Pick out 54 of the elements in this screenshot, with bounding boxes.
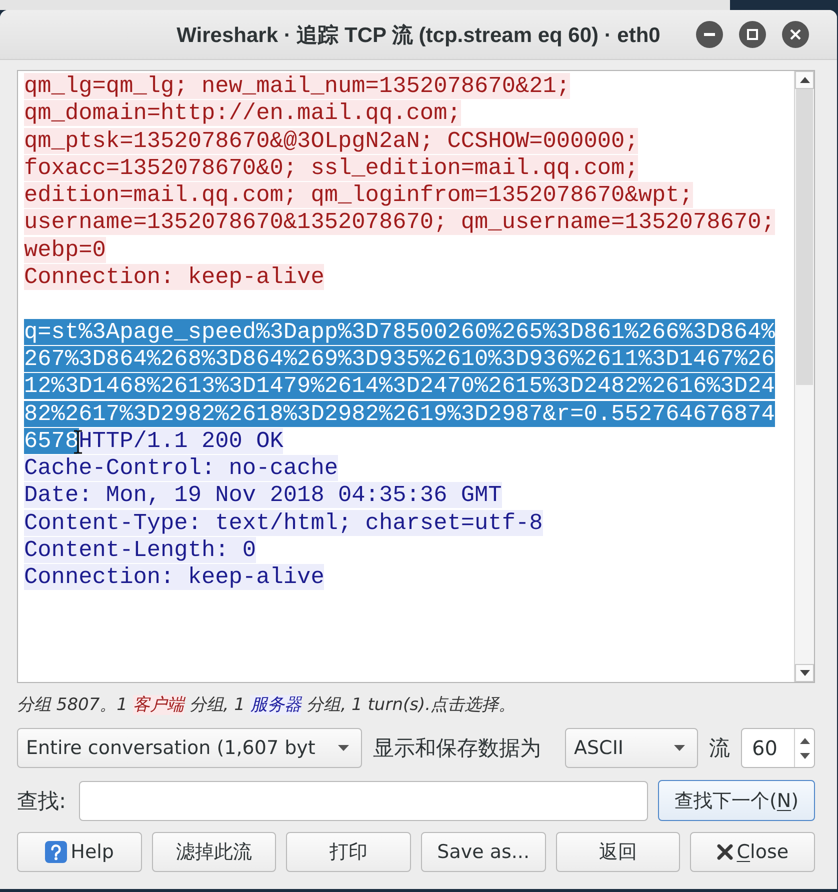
- server-data-text: Connection: keep-alive: [24, 564, 324, 590]
- close-button[interactable]: Close: [690, 832, 815, 872]
- client-data-text: edition=mail.qq.com; qm_loginfrom=1352078670&wpt;: [24, 182, 693, 208]
- stream-text-area[interactable]: [17, 70, 815, 683]
- dialog-button[interactable]: 滤掉此流: [152, 832, 276, 872]
- client-data-text: qm_domain=http://en.mail.qq.com;: [24, 100, 461, 126]
- find-label: 查找:: [17, 788, 68, 814]
- minimize-icon: [704, 33, 715, 36]
- close-button[interactable]: [782, 21, 809, 48]
- client-data-text: username=1352078670&1352078670; qm_username=1352078670;: [24, 209, 775, 236]
- scroll-down-button[interactable]: [795, 664, 814, 682]
- find-next-button[interactable]: 查找下一个(N): [658, 780, 815, 821]
- client-data-text: qm_ptsk=1352078670&@3OLpgN2aN; CCSHOW=000000;: [24, 128, 638, 154]
- help-button[interactable]: Help: [17, 832, 142, 872]
- dropdown-caret-icon: [338, 745, 349, 751]
- stream-label: 流: [709, 735, 731, 762]
- maximize-icon: [747, 29, 758, 40]
- maximize-button[interactable]: [739, 21, 766, 48]
- up-arrow-icon: [800, 77, 810, 83]
- server-data-text: Content-Length: 0: [24, 537, 256, 564]
- selected-text: 82%2617%3D2982%2618%3D2982%2619%3D2987&r=0.552764676874: [24, 400, 775, 427]
- client-data-text: foxacc=1352078670&0; ssl_edition=mail.qq.com;: [24, 154, 638, 181]
- selected-text: 12%3D1468%2613%3D1479%2614%3D2470%2615%3D2482%2616%3D24: [24, 373, 775, 400]
- close-icon: [716, 844, 733, 860]
- server-data-text: Content-Type: text/html; charset=utf-8: [24, 510, 543, 536]
- scroll-up-button[interactable]: [795, 71, 814, 89]
- down-arrow-icon: [800, 670, 810, 676]
- selected-text: q=st%3Apage_speed%3Dapp%3D78500260%265%3D861%266%3D864%: [24, 318, 775, 345]
- format-label: 显示和保存数据为: [373, 735, 542, 762]
- server-data-text: Date: Mon, 19 Nov 2018 04:35:36 GMT: [24, 482, 502, 508]
- format-select[interactable]: ASCII: [565, 728, 698, 768]
- client-data-text: Connection: keep-alive: [24, 264, 324, 290]
- help-icon: [44, 841, 67, 863]
- window-title: Wireshark · 追踪 TCP 流 (tcp.stream eq 60) · eth0: [176, 22, 660, 48]
- server-data-text: Cache-Control: no-cache: [24, 455, 338, 482]
- down-arrow-icon[interactable]: [800, 752, 810, 758]
- minimize-button[interactable]: [696, 21, 723, 48]
- scrollbar-thumb[interactable]: [796, 89, 813, 385]
- client-data-text: qm_lg=qm_lg; new_mail_num=1352078670&21;: [24, 73, 570, 99]
- dialog-button[interactable]: 打印: [286, 832, 411, 872]
- close-icon: [790, 29, 801, 40]
- dropdown-caret-icon: [674, 745, 685, 751]
- selected-text: 267%3D864%268%3D864%269%3D935%2610%3D936%2611%3D1467%26: [24, 346, 775, 372]
- selected-text: 6578: [24, 428, 79, 454]
- scrollbar[interactable]: [794, 71, 814, 682]
- up-arrow-icon[interactable]: [800, 738, 810, 744]
- dialog-button[interactable]: 返回: [556, 832, 680, 872]
- status-text: 分组 5807。1 客户端 分组, 1 服务器 分组, 1 turn(s).点击选择。: [17, 694, 516, 717]
- client-data-text: webp=0: [24, 236, 106, 263]
- find-field[interactable]: [79, 780, 648, 820]
- stream-spinbox[interactable]: 60: [741, 728, 815, 768]
- conversation-select[interactable]: Entire conversation (1,607 byt: [17, 728, 362, 768]
- dialog-button[interactable]: Save as...: [420, 832, 546, 872]
- server-data-text: HTTP/1.1 200 OK: [78, 428, 284, 454]
